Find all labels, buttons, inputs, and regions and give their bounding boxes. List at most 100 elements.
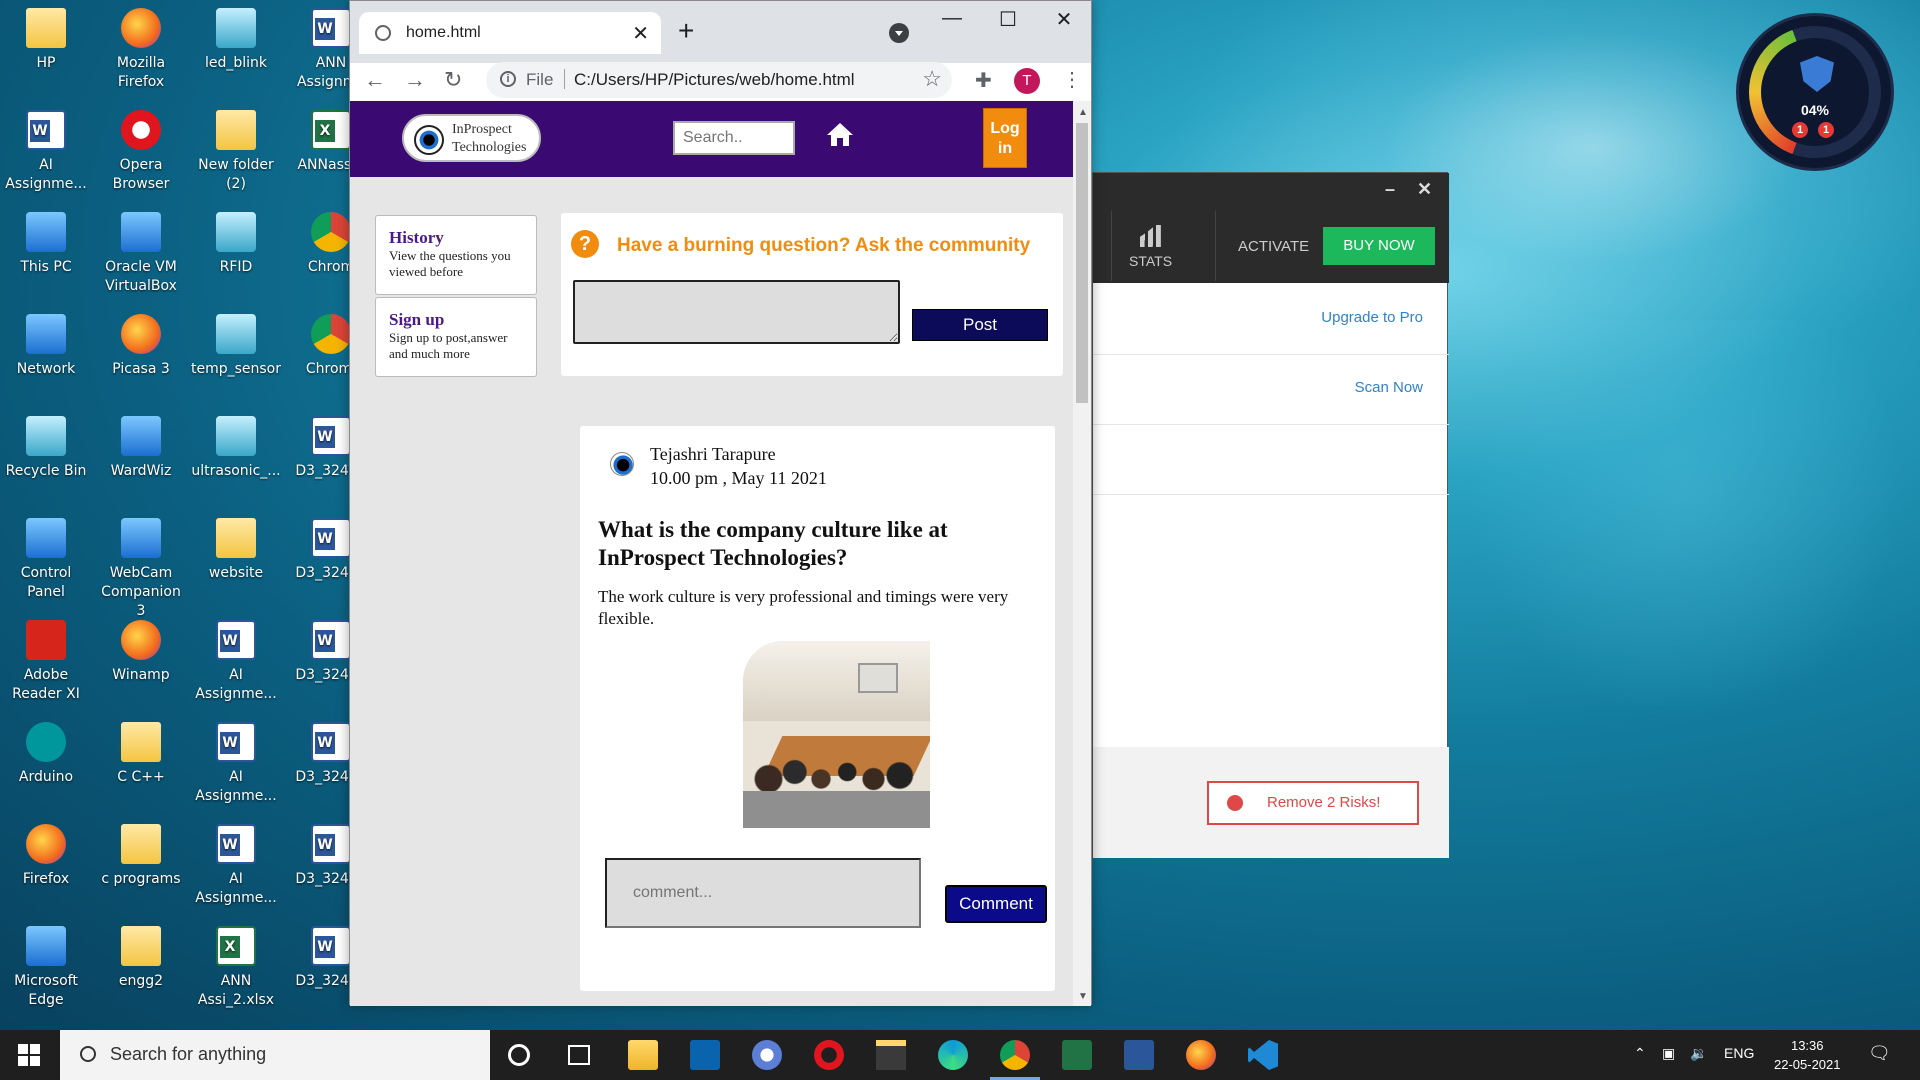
history-card[interactable]: History View the questions you viewed be…: [375, 215, 537, 295]
desktop-icon[interactable]: led_blink: [190, 8, 282, 73]
mail-icon[interactable]: [690, 1040, 720, 1070]
desktop-icon[interactable]: AI Assignme...: [190, 824, 282, 908]
desktop-icon[interactable]: AI Assignme...: [190, 722, 282, 806]
activate-button[interactable]: ACTIVATE: [1238, 238, 1309, 255]
desktop-icon[interactable]: temp_sensor: [190, 314, 282, 379]
desktop-icon[interactable]: Opera Browser: [95, 110, 187, 194]
firefox-icon[interactable]: [1186, 1040, 1216, 1070]
post-button[interactable]: Post: [912, 309, 1048, 341]
minimize-icon[interactable]: –: [1385, 179, 1395, 200]
desktop-icon[interactable]: engg2: [95, 926, 187, 991]
chromium-icon[interactable]: [752, 1040, 782, 1070]
word-icon[interactable]: [1124, 1040, 1154, 1070]
excel-icon[interactable]: [1062, 1040, 1092, 1070]
buy-now-button[interactable]: BUY NOW: [1323, 227, 1435, 265]
clock[interactable]: 13:36 22-05-2021: [1774, 1036, 1841, 1074]
language-indicator[interactable]: ENG: [1724, 1045, 1754, 1061]
opera-icon[interactable]: [814, 1040, 844, 1070]
signup-description: Sign up to post,answer and much more: [389, 330, 508, 361]
upgrade-link[interactable]: Upgrade to Pro: [1321, 309, 1423, 326]
desktop-icon[interactable]: New folder (2): [190, 110, 282, 194]
comment-button[interactable]: Comment: [945, 885, 1047, 923]
desktop-icon[interactable]: Control Panel: [0, 518, 92, 602]
desktop-icon[interactable]: WebCam Companion 3: [95, 518, 187, 621]
url-text[interactable]: C:/Users/HP/Pictures/web/home.html: [574, 70, 855, 90]
login-button[interactable]: Log in: [983, 108, 1027, 168]
bookmark-star-icon[interactable]: ☆: [922, 66, 942, 92]
taskbar-search-placeholder: Search for anything: [110, 1044, 267, 1064]
security-gauge-widget[interactable]: 04% 1 1: [1736, 13, 1894, 171]
desktop-icon[interactable]: AI Assignme...: [0, 110, 92, 194]
desktop-icon[interactable]: Mozilla Firefox: [95, 8, 187, 92]
home-icon[interactable]: [827, 123, 853, 147]
forward-icon[interactable]: →: [404, 67, 426, 93]
desktop-icon-label: WardWiz: [110, 463, 172, 479]
desktop-icon[interactable]: RFID: [190, 212, 282, 277]
desktop-icon[interactable]: Picasa 3: [95, 314, 187, 379]
meet-now-icon[interactable]: ▣: [1662, 1045, 1675, 1062]
signup-card[interactable]: Sign up Sign up to post,answer and much …: [375, 297, 537, 377]
empty-row: [1093, 425, 1449, 495]
back-icon[interactable]: ←: [364, 67, 386, 93]
desktop-icon[interactable]: ANN Assi_2.xlsx: [190, 926, 282, 1010]
extensions-icon[interactable]: ✚: [975, 68, 992, 93]
desktop-icon[interactable]: ultrasonic_...: [190, 416, 282, 481]
menu-icon[interactable]: ⋮: [1062, 67, 1082, 92]
ask-question-card: ? Have a burning question? Ask the commu…: [561, 213, 1063, 376]
site-search-input[interactable]: [673, 121, 795, 155]
close-icon[interactable]: ✕: [1417, 179, 1432, 200]
close-tab-icon[interactable]: ✕: [632, 21, 649, 46]
maximize-icon[interactable]: ☐: [988, 7, 1028, 32]
minimize-icon[interactable]: —: [932, 7, 972, 30]
scan-now-link[interactable]: Scan Now: [1355, 379, 1423, 396]
comment-input[interactable]: [605, 858, 921, 928]
desktop-icon[interactable]: Winamp: [95, 620, 187, 685]
scroll-down-icon[interactable]: ▼: [1078, 991, 1088, 1002]
info-icon[interactable]: i: [500, 71, 516, 87]
chrome-icon[interactable]: [990, 1040, 1040, 1080]
vscode-icon[interactable]: [1248, 1040, 1278, 1070]
desktop-icon[interactable]: website: [190, 518, 282, 583]
search-icon: [80, 1046, 96, 1062]
page-scrollbar[interactable]: ▲ ▼: [1073, 101, 1091, 1006]
show-hidden-icons-icon[interactable]: ⌃: [1634, 1045, 1646, 1062]
new-tab-button[interactable]: +: [678, 15, 694, 47]
desktop-icon[interactable]: HP: [0, 8, 92, 73]
scroll-up-icon[interactable]: ▲: [1078, 107, 1088, 118]
close-window-icon[interactable]: ✕: [1044, 7, 1084, 32]
cortana-icon[interactable]: [508, 1044, 530, 1066]
tab-search-icon[interactable]: [889, 23, 909, 43]
desktop-icon[interactable]: c programs: [95, 824, 187, 889]
desktop-icon[interactable]: Adobe Reader XI: [0, 620, 92, 704]
edge-icon[interactable]: [938, 1040, 968, 1070]
site-logo[interactable]: InProspect Technologies: [402, 114, 541, 162]
desktop-icon[interactable]: Arduino: [0, 722, 92, 787]
desktop-icon[interactable]: AI Assignme...: [190, 620, 282, 704]
desktop-icon[interactable]: Recycle Bin: [0, 416, 92, 481]
scroll-thumb[interactable]: [1076, 123, 1088, 403]
desktop-icon[interactable]: C C++: [95, 722, 187, 787]
desktop-icon[interactable]: Oracle VM VirtualBox: [95, 212, 187, 296]
question-textarea[interactable]: [573, 280, 900, 344]
profile-avatar[interactable]: T: [1014, 68, 1040, 94]
volume-icon[interactable]: 🔉: [1690, 1045, 1707, 1062]
store-icon[interactable]: [876, 1040, 906, 1070]
desktop-icon[interactable]: Firefox: [0, 824, 92, 889]
notifications-icon[interactable]: 🗨: [1868, 1043, 1891, 1064]
reload-icon[interactable]: ↻: [444, 67, 462, 93]
windows-start-icon[interactable]: [18, 1044, 40, 1066]
alert-badge: 1: [1792, 122, 1808, 138]
file-explorer-icon[interactable]: [628, 1040, 658, 1070]
question-post-card: Tejashri Tarapure 10.00 pm , May 11 2021…: [580, 426, 1055, 991]
stats-tab[interactable]: STATS: [1129, 225, 1172, 269]
task-view-icon[interactable]: [568, 1045, 590, 1065]
tab-home[interactable]: home.html ✕: [359, 12, 661, 54]
address-bar[interactable]: i File C:/Users/HP/Pictures/web/home.htm…: [486, 62, 952, 98]
desktop-icon[interactable]: This PC: [0, 212, 92, 277]
desktop-icon[interactable]: WardWiz: [95, 416, 187, 481]
desktop-icon[interactable]: Network: [0, 314, 92, 379]
remove-risks-button[interactable]: Remove 2 Risks!: [1207, 781, 1419, 825]
taskbar-search[interactable]: Search for anything: [60, 1030, 490, 1080]
desktop-icon[interactable]: Microsoft Edge: [0, 926, 92, 1010]
divider: [564, 69, 565, 89]
